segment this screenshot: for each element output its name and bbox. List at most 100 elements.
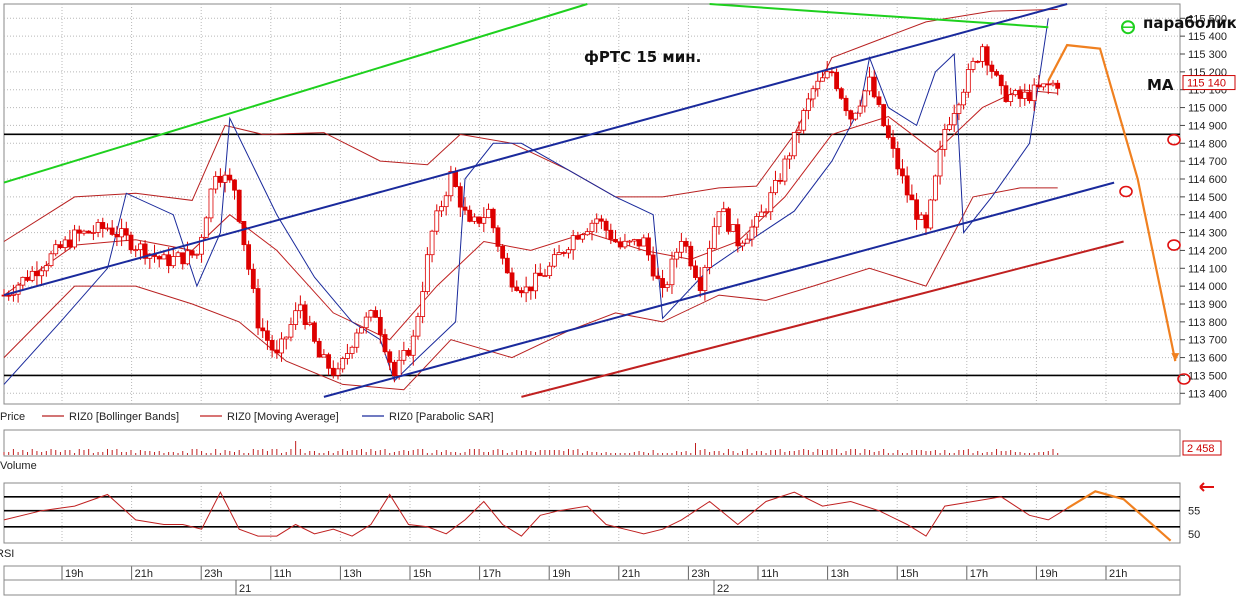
candle-body [415,316,421,337]
candle-body [504,257,510,274]
last-price-label: 115 140 [1187,78,1226,90]
candle-body [787,155,792,160]
candle-body [392,361,397,376]
parabolic-label: параболик [1143,14,1236,32]
chart-svg: 115 500115 400115 300115 200115 100115 0… [0,3,1236,596]
candle-body [241,221,247,246]
candle-body [100,222,106,229]
candle-body [255,288,261,329]
candle-body [932,175,938,201]
volume-panel-label: Volume [0,460,37,472]
candle-body [942,129,948,150]
candle-body [424,254,430,293]
candle-body [95,222,101,233]
candle-body [213,175,219,190]
candle-body [53,244,59,255]
candle-body [683,241,689,247]
candle-body [48,253,54,267]
candle-body [1045,83,1051,86]
candle-body [401,350,407,361]
candle-body [754,216,760,228]
candle-body [688,245,694,267]
candle-body [293,310,299,325]
price-tick-label: 114 500 [1188,192,1227,204]
price-tick-label: 115 300 [1188,49,1227,61]
candle-body [613,238,618,243]
price-tick-label: 114 400 [1188,210,1227,222]
price-tick-label: 114 200 [1188,245,1227,257]
price-tick-label: 114 300 [1188,228,1227,240]
candle-body [105,227,110,230]
candle-body [937,148,943,177]
candle-body [217,175,223,183]
candle-body [914,199,919,220]
candle-body [180,252,186,265]
candle-body [815,80,821,90]
candle-body [603,220,609,231]
candle-body [62,239,68,249]
candle-body [86,230,92,234]
candle-body [998,74,1004,87]
candle-body [189,250,195,256]
price-tick-label: 114 000 [1188,281,1227,293]
price-tick-label: 113 700 [1188,335,1227,347]
candle-body [749,226,755,240]
candle-body [881,104,887,127]
candle-body [406,350,411,356]
candle-body [773,180,778,194]
candle-body [824,71,830,79]
candle-body [439,206,444,212]
candle-body [693,265,698,278]
ma-label: МА [1147,76,1174,94]
time-label: 21h [135,568,153,580]
candle-body [796,129,802,133]
candle-body [420,291,426,317]
candle-body [410,335,416,356]
candle-body [890,137,896,149]
candle-body [114,234,120,238]
candle-body [283,336,289,340]
candle-body [970,60,976,70]
candle-body [975,60,981,63]
candle-body [641,237,647,247]
candle-body [575,235,581,240]
candle-body [669,258,675,286]
time-label: 23h [204,568,222,580]
legend-price: Price [0,411,25,423]
rsi-panel-frame [3,482,1181,544]
candle-body [994,71,999,76]
candle-body [660,278,665,288]
candle-body [829,71,835,74]
candle-body [810,88,816,100]
candle-body [918,214,924,220]
candle-body [6,294,12,297]
price-tick-label: 115 400 [1188,31,1227,43]
candle-body [730,224,736,232]
candle-body [297,304,303,312]
candle-body [39,270,45,277]
candle-body [1012,90,1018,96]
rsi-arrow-marker [1199,482,1214,492]
candle-body [848,110,854,120]
candle-body [81,230,87,234]
candle-body [123,228,129,236]
candle-body [316,340,322,358]
candle-body [90,232,96,234]
candle-body [1008,94,1014,102]
candle-body [170,256,176,267]
candle-body [203,217,209,238]
price-tick-label: 113 400 [1188,388,1227,400]
candle-body [900,168,905,177]
candle-body [486,208,491,219]
volume-value-label: 2 458 [1187,443,1215,455]
candle-body [175,252,181,257]
candle-body [707,247,712,268]
candle-body [951,113,957,126]
candle-body [1003,85,1009,102]
candle-body [820,77,825,82]
price-tick-label: 114 600 [1188,174,1227,186]
candle-body [227,174,233,181]
candle-body [67,239,73,248]
candle-body [542,275,548,278]
legend-item: RIZ0 [Parabolic SAR] [389,411,494,423]
